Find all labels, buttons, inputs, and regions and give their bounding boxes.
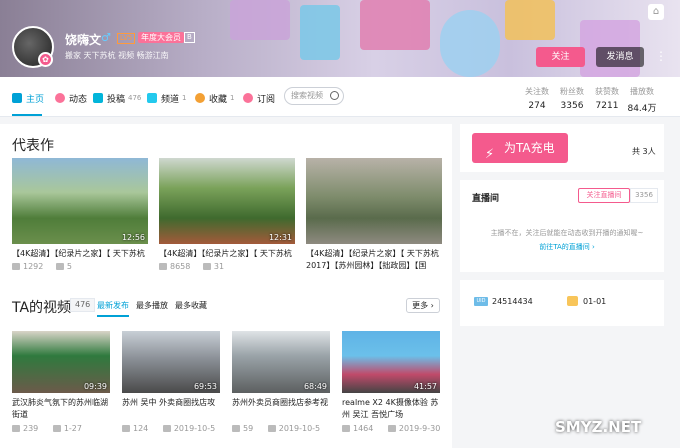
- video-title[interactable]: 苏州 吴中 外卖商圈找店攻略: [122, 397, 220, 409]
- stat-fans[interactable]: 粉丝数 3356: [552, 86, 592, 111]
- scrollbar[interactable]: [664, 118, 680, 448]
- stat-plays: 播放数 84.4万: [627, 87, 657, 114]
- video-thumbnail[interactable]: 09:39: [12, 331, 110, 393]
- video-meta: 1464 2019-9-30: [342, 424, 440, 433]
- profile-nav: 主页 动态 投稿 476 频道 1 收藏 1 订阅 搜索视频 关注数 274 粉…: [0, 77, 680, 117]
- more-menu-icon[interactable]: ⋮: [655, 49, 667, 63]
- comment-icon: [202, 263, 211, 270]
- level-badge: LV5: [117, 33, 136, 44]
- video-title[interactable]: 【4K超清】【纪录片之家】【 天下苏杭: [159, 248, 295, 260]
- play-icon: [342, 425, 350, 432]
- subscribe-icon: [243, 93, 253, 103]
- video-meta: 124 2019-10-5: [122, 424, 215, 433]
- video-thumbnail[interactable]: 68:49: [232, 331, 330, 393]
- vip-badge: 年度大会员: [138, 32, 184, 43]
- stat-likes: 获赞数 7211: [595, 87, 619, 111]
- play-icon: [159, 263, 167, 270]
- tab-most-played[interactable]: 最多播放: [136, 300, 168, 311]
- uid-value: 24514434: [492, 297, 533, 306]
- live-offline-message: 主播不在，关注后就能在动态收到开播的通知喔~: [490, 229, 644, 237]
- avatar-badge-icon: ✿: [38, 52, 53, 67]
- more-button[interactable]: 更多 ›: [406, 298, 440, 313]
- live-room-title: 直播间: [472, 194, 500, 204]
- search-icon[interactable]: [330, 91, 339, 100]
- home-tab-icon: [12, 93, 22, 103]
- video-title[interactable]: realme X2 4K摄像体验 苏州 吴江 吾悦广场: [342, 397, 440, 421]
- video-title[interactable]: 苏州外卖员商圈找店参考视频: [232, 397, 330, 409]
- tab-subscriptions[interactable]: 订阅: [243, 90, 275, 106]
- masterpiece-title: 代表作: [12, 138, 54, 154]
- video-thumbnail[interactable]: 41:57: [342, 331, 440, 393]
- comment-icon: [55, 263, 64, 270]
- lightning-icon: ⚡: [485, 147, 495, 162]
- video-thumbnail[interactable]: 12:31: [159, 158, 295, 244]
- follow-button[interactable]: 关注: [536, 47, 585, 67]
- signature: 搬家 天下苏杭 视频 畅游江南: [65, 51, 169, 60]
- charge-button[interactable]: ⚡ 为TA充电: [472, 133, 568, 163]
- live-follower-count: 3356: [630, 188, 658, 203]
- watermark: SMYZ.NET: [555, 418, 642, 436]
- tab-home[interactable]: 主页: [12, 90, 44, 106]
- message-button[interactable]: 发消息: [596, 47, 644, 67]
- clock-icon: [267, 425, 276, 432]
- star-icon: [195, 93, 205, 103]
- my-videos-title: TA的视频: [12, 300, 72, 316]
- home-icon[interactable]: ⌂: [648, 4, 664, 20]
- play-icon: [12, 425, 20, 432]
- active-tab-indicator: [12, 114, 42, 116]
- tab-dynamic[interactable]: 动态: [55, 90, 87, 106]
- play-icon: [122, 425, 130, 432]
- video-meta: 8658 31: [159, 262, 224, 272]
- tab-uploads[interactable]: 投稿 476: [93, 90, 141, 106]
- stat-following[interactable]: 关注数 274: [517, 86, 557, 111]
- video-count-badge: 476: [70, 298, 96, 312]
- tab-favorites[interactable]: 收藏 1: [195, 90, 234, 106]
- video-meta: 59 2019-10-5: [232, 424, 320, 433]
- video-meta: 1292 5: [12, 262, 72, 271]
- uploads-icon: [93, 93, 103, 103]
- search-input[interactable]: 搜索视频: [284, 87, 344, 105]
- uid-icon: UID: [474, 297, 488, 306]
- tab-latest[interactable]: 最新发布: [97, 300, 129, 317]
- video-title[interactable]: 武汉肺炎气氛下的苏州临湖街道VID20200127140523: [12, 397, 110, 421]
- dynamic-icon: [55, 93, 65, 103]
- play-icon: [12, 263, 20, 270]
- play-icon: [232, 425, 240, 432]
- video-title[interactable]: 【4K超清】【纪录片之家】【 天下苏杭 2017】【苏州园林】【拙政园】【国: [306, 248, 442, 272]
- tab-most-favorited[interactable]: 最多收藏: [175, 300, 207, 311]
- gender-icon: ♂: [101, 31, 111, 44]
- tag-badge: B: [184, 32, 195, 43]
- video-thumbnail[interactable]: 69:53: [122, 331, 220, 393]
- clock-icon: [387, 425, 396, 432]
- tab-channel[interactable]: 频道 1: [147, 90, 186, 106]
- birthday-value: 01-01: [583, 297, 607, 306]
- birthday-cake-icon: [567, 296, 578, 306]
- info-panel: [460, 280, 664, 326]
- live-room-link[interactable]: 前往TA的直播间 ›: [472, 242, 662, 252]
- clock-icon: [162, 425, 171, 432]
- follow-live-button[interactable]: 关注直播间: [578, 188, 630, 203]
- charge-count: 共 3人: [632, 147, 656, 156]
- username: 饶嗨文: [65, 33, 102, 47]
- channel-icon: [147, 93, 157, 103]
- video-title[interactable]: 【4K超清】【纪录片之家】【 天下苏杭: [12, 248, 148, 260]
- video-thumbnail[interactable]: 12:56: [12, 158, 148, 244]
- video-thumbnail[interactable]: [306, 158, 442, 244]
- video-meta: 239 1-27: [12, 424, 82, 433]
- clock-icon: [52, 425, 61, 432]
